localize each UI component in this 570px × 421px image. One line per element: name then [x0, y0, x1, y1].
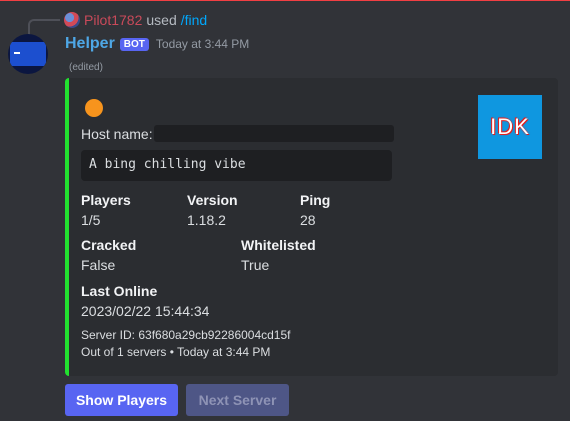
- status-dot-icon: [85, 99, 103, 117]
- next-server-button[interactable]: Next Server: [186, 384, 289, 416]
- field-name: Cracked: [81, 237, 137, 253]
- motd-codeblock: A bing chilling vibe: [81, 150, 392, 181]
- server-embed: Host name: A bing chilling vibe IDK Play…: [65, 78, 558, 376]
- show-players-button[interactable]: Show Players: [65, 384, 178, 416]
- field-last-online: Last Online 2023/02/22 15:44:34: [81, 283, 209, 319]
- thumbnail-text: IDK: [490, 114, 530, 139]
- reply-spine: [28, 19, 60, 35]
- field-value: 2023/02/22 15:44:34: [81, 303, 210, 319]
- field-value: True: [241, 257, 270, 273]
- field-value: 28: [300, 212, 316, 228]
- field-name: Version: [187, 192, 238, 208]
- author-avatar[interactable]: [8, 34, 48, 74]
- server-id-text: Server ID: 63f680a29cb92286004cd15f: [81, 328, 291, 342]
- reply-reference[interactable]: Pilot1782 used /find: [64, 11, 207, 29]
- field-name: Ping: [300, 192, 331, 208]
- field-value: False: [81, 257, 116, 273]
- reply-command[interactable]: /find: [181, 12, 207, 28]
- reply-used-text: used: [146, 12, 177, 28]
- field-players: Players 1/5: [81, 192, 131, 228]
- field-value: 1/5: [81, 212, 101, 228]
- author-name[interactable]: Helper: [65, 35, 115, 53]
- avatar-screen-graphic: [10, 42, 46, 66]
- host-spoiler[interactable]: [153, 125, 394, 142]
- field-value: 1.18.2: [187, 212, 226, 228]
- top-divider: [0, 0, 570, 1]
- message-timestamp[interactable]: Today at 3:44 PM: [156, 37, 249, 51]
- field-name: Whitelisted: [241, 237, 316, 253]
- field-whitelisted: Whitelisted True: [241, 237, 316, 273]
- reply-avatar-icon[interactable]: [64, 12, 80, 28]
- bot-badge: BOT: [119, 37, 149, 51]
- edited-label: (edited): [69, 62, 103, 73]
- message-header: Helper BOT Today at 3:44 PM: [65, 35, 249, 53]
- embed-footer: Out of 1 servers • Today at 3:44 PM: [81, 345, 271, 359]
- avatar-detail: [14, 52, 20, 54]
- reply-username[interactable]: Pilot1782: [84, 12, 142, 28]
- field-version: Version 1.18.2: [187, 192, 238, 228]
- server-thumbnail[interactable]: IDK: [478, 95, 542, 159]
- host-row: Host name:: [81, 125, 394, 142]
- host-label: Host name:: [81, 125, 153, 142]
- field-ping: Ping 28: [300, 192, 330, 228]
- field-cracked: Cracked False: [81, 237, 136, 273]
- field-name: Players: [81, 192, 131, 208]
- field-name: Last Online: [81, 283, 158, 299]
